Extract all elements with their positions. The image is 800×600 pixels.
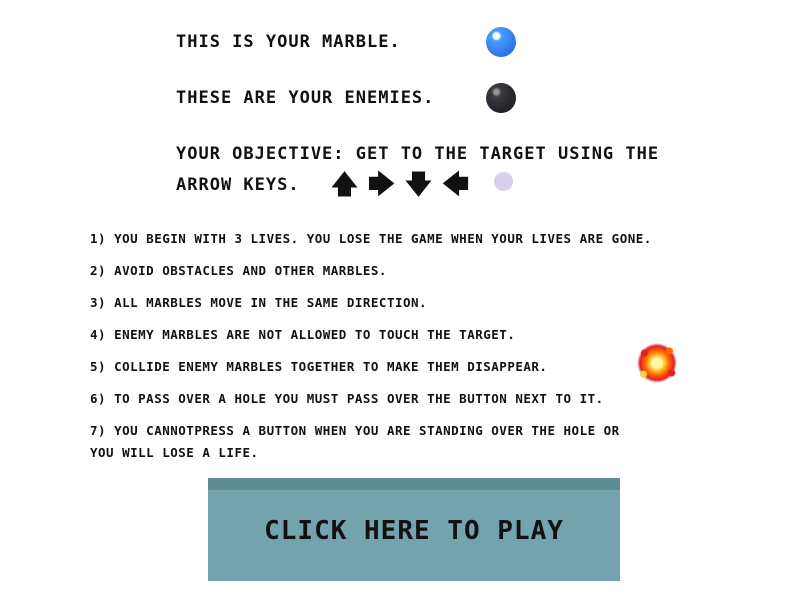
rule-6: 6) TO PASS OVER A HOLE YOU MUST PASS OVE…: [90, 391, 604, 406]
enemies-intro-text: THESE ARE YOUR ENEMIES.: [176, 88, 435, 108]
marble-intro-text: THIS IS YOUR MARBLE.: [176, 32, 401, 52]
arrow-left-icon: 🡄: [442, 170, 469, 200]
rule-5: 5) COLLIDE ENEMY MARBLES TOGETHER TO MAK…: [90, 359, 548, 374]
arrow-down-icon: 🡇: [405, 170, 432, 200]
rule-3: 3) ALL MARBLES MOVE IN THE SAME DIRECTIO…: [90, 295, 428, 310]
rule-7-line2: YOU WILL LOSE A LIFE.: [90, 445, 259, 460]
play-button[interactable]: CLICK HERE TO PLAY: [208, 478, 620, 581]
blue-marble-icon: [486, 27, 516, 57]
target-circle-icon: [494, 172, 513, 191]
arrow-up-icon: 🡅: [331, 170, 358, 200]
rule-7-line1: 7) YOU CANNOTPRESS A BUTTON WHEN YOU ARE…: [90, 423, 620, 438]
explosion-icon: [636, 343, 678, 383]
objective-text-line2: ARROW KEYS.: [176, 175, 300, 195]
rule-2: 2) AVOID OBSTACLES AND OTHER MARBLES.: [90, 263, 387, 278]
dark-marble-icon: [486, 83, 516, 113]
rule-4: 4) ENEMY MARBLES ARE NOT ALLOWED TO TOUC…: [90, 327, 516, 342]
rule-1: 1) YOU BEGIN WITH 3 LIVES. YOU LOSE THE …: [90, 231, 652, 246]
objective-text-line1: YOUR OBJECTIVE: GET TO THE TARGET USING …: [176, 144, 660, 164]
play-button-label: CLICK HERE TO PLAY: [264, 516, 564, 546]
arrow-keys-group: 🡅 🡆 🡇 🡄: [328, 170, 472, 200]
arrow-right-icon: 🡆: [368, 170, 395, 200]
